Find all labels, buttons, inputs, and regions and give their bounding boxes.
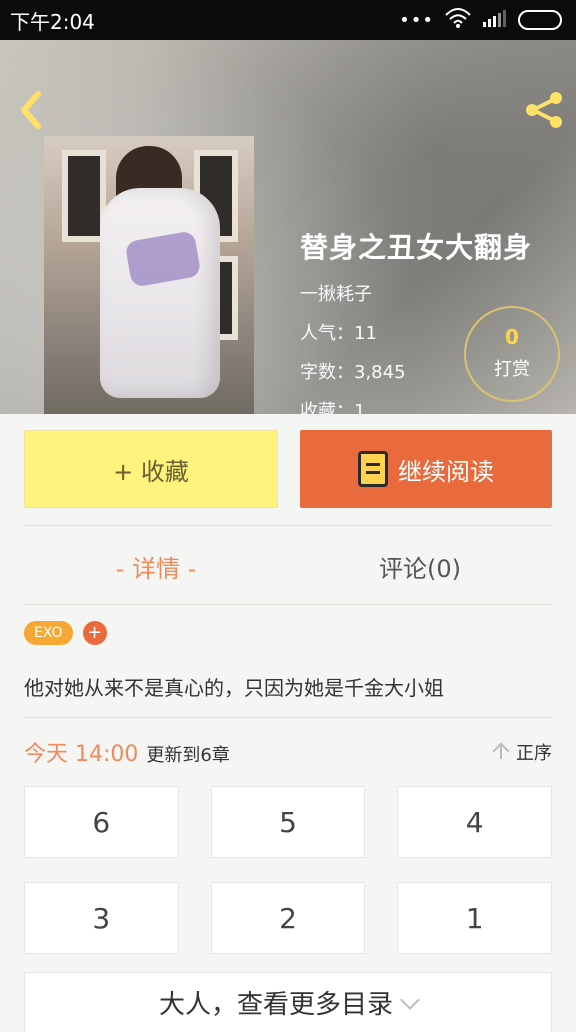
tag-list: EXO + — [24, 621, 107, 645]
share-button[interactable] — [522, 88, 566, 132]
book-header: 替身之丑女大翻身 一揪耗子 人气：11 字数：3,845 收藏：1 0 打赏 — [0, 40, 576, 414]
divider-tabs — [24, 604, 552, 605]
continue-reading-button[interactable]: 继续阅读 — [300, 430, 552, 508]
chapter-button-2[interactable]: 2 — [210, 882, 366, 954]
tab-comments-label: 评论(0) — [379, 554, 461, 583]
action-buttons: + 收藏 继续阅读 — [24, 430, 552, 510]
chapter-button-1[interactable]: 1 — [397, 882, 552, 954]
status-icons: ••• — [399, 7, 562, 33]
more-catalog-button[interactable]: 大人，查看更多目录 — [24, 972, 552, 1032]
chapter-button-6[interactable]: 6 — [24, 786, 179, 858]
add-tag-button[interactable]: + — [82, 621, 107, 645]
chapter-button-5[interactable]: 5 — [210, 786, 366, 858]
tag-exo[interactable]: EXO — [24, 621, 73, 645]
tab-details[interactable]: - 详情 - — [24, 549, 288, 584]
collect-button[interactable]: + 收藏 — [24, 430, 278, 508]
arrow-up-icon — [492, 743, 510, 761]
signal-icon — [482, 8, 508, 33]
share-icon — [526, 92, 562, 128]
tab-details-label: - 详情 - — [115, 554, 197, 583]
chapter-button-3[interactable]: 3 — [24, 882, 179, 954]
reward-label: 打赏 — [494, 359, 530, 380]
update-chapters: 更新到6章 — [146, 745, 230, 766]
divider-desc — [24, 717, 552, 718]
chapter-button-4[interactable]: 4 — [397, 786, 552, 858]
status-time: 下午2:04 — [10, 9, 95, 34]
more-catalog-label: 大人，查看更多目录 — [158, 990, 393, 1020]
back-button[interactable] — [12, 88, 52, 132]
update-info: 今天 14:00 更新到6章 — [24, 736, 230, 768]
detail-tabs: - 详情 - 评论(0) — [24, 528, 552, 604]
divider-top — [24, 525, 552, 526]
more-dots: ••• — [399, 9, 434, 31]
reward-button[interactable]: 0 打赏 — [464, 306, 560, 402]
status-bar: 下午2:04 ••• — [0, 0, 576, 40]
update-time: 今天 14:00 — [24, 742, 139, 767]
chevron-left-icon — [21, 91, 41, 129]
wifi-icon — [444, 7, 472, 33]
update-row: 今天 14:00 更新到6章 正序 — [24, 736, 552, 768]
chevron-down-icon — [400, 989, 420, 1010]
reward-count: 0 — [505, 325, 519, 349]
sort-order-toggle[interactable]: 正序 — [492, 739, 552, 765]
chapter-grid: 6 5 4 3 2 1 — [24, 786, 552, 954]
book-cover-image — [44, 136, 254, 414]
book-description: 他对她从来不是真心的，只因为她是千金大小姐 — [24, 676, 444, 700]
sort-label: 正序 — [516, 743, 552, 764]
tab-comments[interactable]: 评论(0) — [288, 549, 552, 584]
book-author[interactable]: 一揪耗子 — [300, 280, 532, 306]
collect-label: + 收藏 — [113, 457, 189, 486]
battery-icon — [518, 10, 562, 30]
continue-reading-label: 继续阅读 — [398, 457, 494, 486]
book-title: 替身之丑女大翻身 — [300, 231, 533, 264]
book-icon — [358, 451, 388, 487]
